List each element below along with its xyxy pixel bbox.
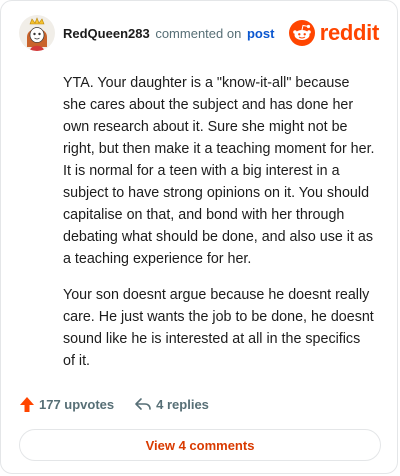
reddit-wordmark: reddit [319, 20, 380, 45]
post-link[interactable]: post [247, 26, 274, 41]
comment-paragraph: Your son doesnt argue because he doesnt … [63, 287, 374, 369]
reply-count: 4 replies [156, 396, 209, 412]
view-comments-button[interactable]: View 4 comments [19, 429, 381, 461]
commented-on-text: commented on [155, 26, 242, 41]
comment-paragraph: YTA. Your daughter is a "know-it-all" be… [63, 75, 375, 267]
reddit-logo[interactable]: reddit [288, 19, 380, 47]
comment-stats: 177 upvotes 4 replies [19, 394, 209, 414]
reply-arrow-icon [135, 398, 151, 410]
comment-card: RedQueen283 commented on post reddit YTA… [0, 0, 398, 474]
comment-body: YTA. Your daughter is a "know-it-all" be… [63, 72, 375, 386]
upvote-count: 177 upvotes [39, 396, 115, 412]
user-avatar[interactable] [19, 15, 55, 51]
comment-meta: RedQueen283 commented on post [63, 26, 274, 41]
upvote-arrow-icon [20, 396, 34, 412]
comment-header: RedQueen283 commented on post reddit [19, 15, 379, 55]
username-link[interactable]: RedQueen283 [63, 26, 150, 41]
upvote-button[interactable]: 177 upvotes [19, 396, 114, 413]
reddit-logo-icon [288, 20, 315, 46]
snoo-avatar-icon [19, 15, 55, 51]
reply-button[interactable]: 4 replies [134, 396, 209, 412]
